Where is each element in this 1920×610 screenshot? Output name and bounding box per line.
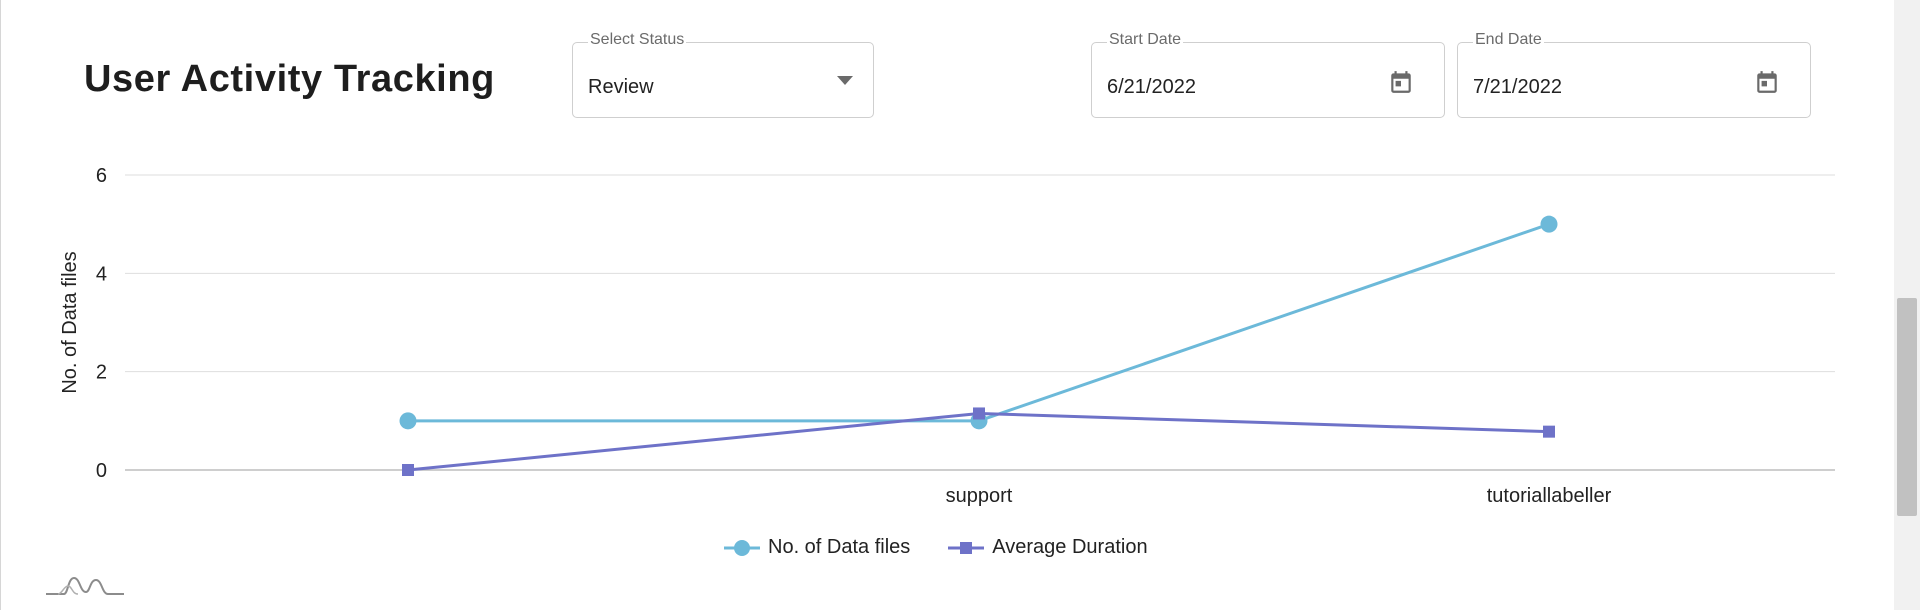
legend-item-data-files[interactable]: No. of Data files (724, 536, 910, 559)
app-page: User Activity Tracking Select Status Rev… (0, 0, 1920, 610)
square-marker-icon (948, 541, 985, 554)
line-chart: 0 2 4 6 No. of Data files support tutoriallabe… (59, 165, 1835, 507)
data-point-square[interactable] (1543, 425, 1555, 438)
legend-label: Average Duration (992, 536, 1148, 558)
data-point-square[interactable] (402, 464, 414, 476)
x-tick-label: tutoriallabeller (1487, 485, 1612, 507)
data-point-circle[interactable] (399, 412, 417, 430)
y-axis-label: No. of Data files (59, 251, 81, 393)
y-tick-label: 4 (96, 263, 107, 285)
mountain-logo-icon (46, 576, 124, 595)
legend-label: No. of Data files (768, 536, 911, 558)
data-point-square[interactable] (973, 407, 985, 420)
scrollbar-thumb[interactable] (1897, 298, 1917, 516)
y-tick-label: 0 (96, 460, 107, 482)
y-tick-label: 6 (96, 165, 107, 187)
y-tick-label: 2 (96, 362, 107, 384)
circle-marker-icon (724, 539, 760, 556)
legend-item-average-duration[interactable]: Average Duration (948, 536, 1148, 559)
chart-legend: No. of Data files Average Duration (724, 536, 1186, 559)
data-point-circle[interactable] (1540, 215, 1558, 233)
x-tick-label: support (946, 485, 1013, 507)
series-line (408, 222, 1550, 423)
